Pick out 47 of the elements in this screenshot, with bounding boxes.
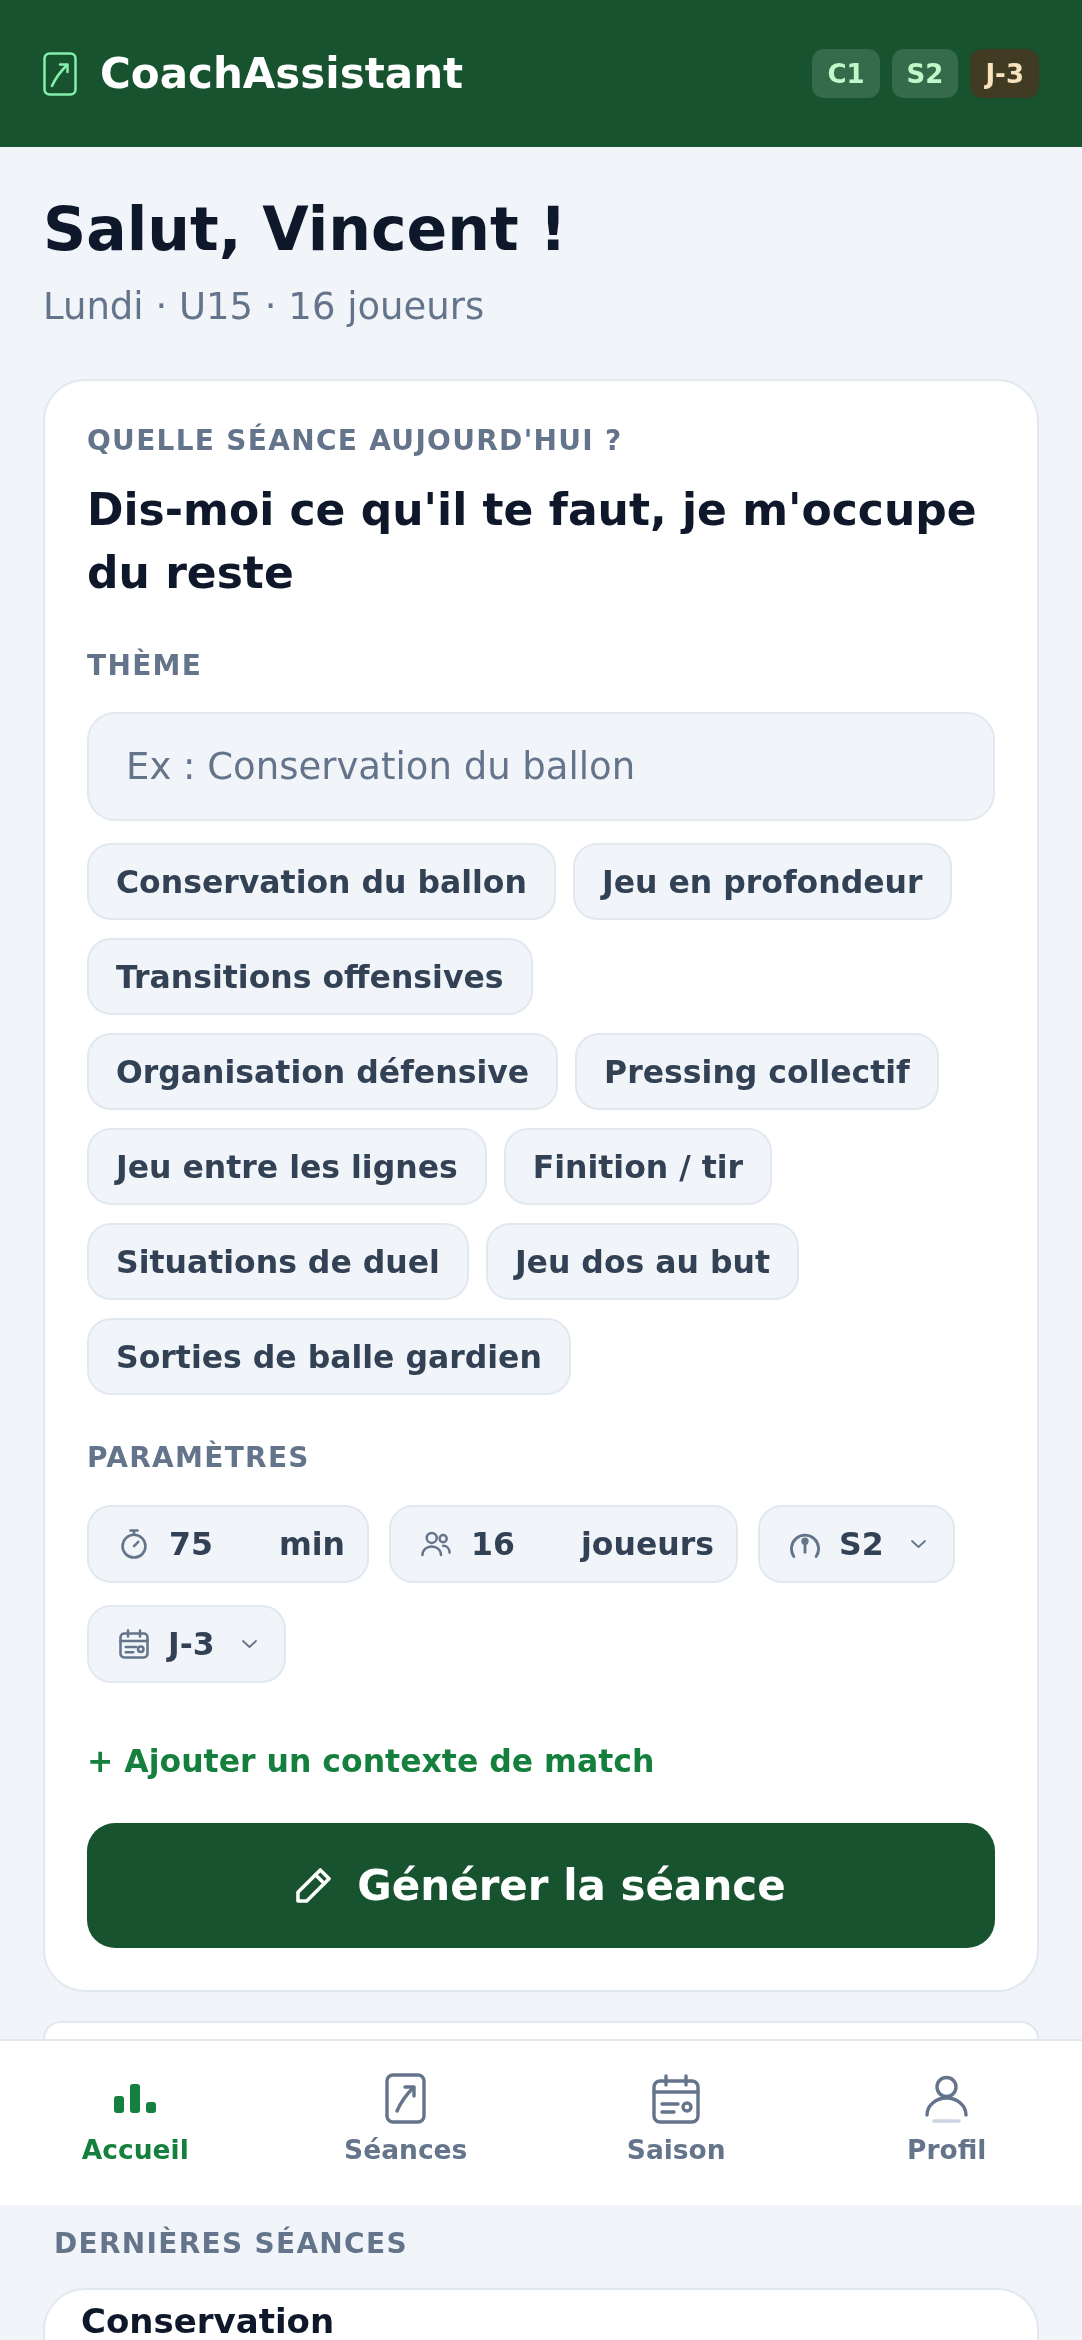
theme-chip[interactable]: Pressing collectif [575,1033,939,1110]
greeting-title: Salut, Vincent ! [43,193,568,265]
section-label: DERNIÈRES SÉANCES [54,2226,409,2262]
add-context-link[interactable]: + Ajouter un contexte de match [87,1741,655,1781]
stopwatch-icon [119,1529,149,1559]
theme-chip[interactable]: Jeu dos au but [485,1223,799,1300]
person-icon [924,2074,970,2123]
nav-tab[interactable]: Profil [811,2041,1082,2205]
header-badge: J-3 [970,49,1039,98]
theme-chip[interactable]: Finition / tir [503,1128,773,1205]
calendar-icon [119,1629,149,1659]
theme-chip[interactable]: Transitions offensives [87,938,533,1015]
greeting-subtitle: Lundi · U15 · 16 joueurs [43,285,486,329]
number-input[interactable]: 75 [169,1526,259,1562]
theme-chip[interactable]: Organisation défensive [87,1033,559,1110]
theme-chip[interactable]: Conservation du ballon [87,843,556,920]
dropdown-select[interactable]: S2 [758,1505,955,1583]
theme-chip[interactable]: Jeu en profondeur [572,843,952,920]
number-field[interactable]: 75 min [87,1505,370,1583]
field-label: THÈME [87,648,203,684]
session-card[interactable]: Conservation [43,2288,1039,2340]
calendar-icon [652,2073,701,2124]
theme-chip[interactable]: Jeu entre les lignes [87,1128,487,1205]
header-badge: C1 [812,49,880,98]
field-label: PARAMÈTRES [87,1440,310,1476]
generate-button[interactable]: Générer la séance [87,1823,995,1948]
nav-tab[interactable]: Saison [541,2041,812,2205]
chevron-down-icon [240,1639,258,1649]
theme-input[interactable]: Ex : Conservation du ballon [87,712,995,821]
app-title: CoachAssistant [100,48,464,99]
pencil-icon [296,1868,332,1903]
arrow-card-icon [385,2073,427,2124]
bar-chart-icon [114,2084,157,2113]
arrow-card-icon [43,51,77,96]
card-heading: Dis-moi ce qu'il te faut, je m'occupe du reste [87,483,978,600]
nav-tab[interactable]: Séances [270,2041,541,2205]
section-label: QUELLE SÉANCE AUJOURD'HUI ? [87,423,624,459]
nav-tab[interactable]: Accueil [0,2041,271,2205]
dropdown-select[interactable]: J-3 [87,1605,286,1683]
number-input[interactable]: 16 [471,1526,562,1562]
chevron-down-icon [909,1539,927,1549]
number-field[interactable]: 16 joueurs [389,1505,738,1583]
header-badge: S2 [891,49,959,98]
theme-chip[interactable]: Sorties de balle gardien [87,1318,571,1395]
theme-chip[interactable]: Situations de duel [87,1223,469,1300]
people-icon [421,1529,452,1559]
session-title: Conservation [81,2302,336,2340]
